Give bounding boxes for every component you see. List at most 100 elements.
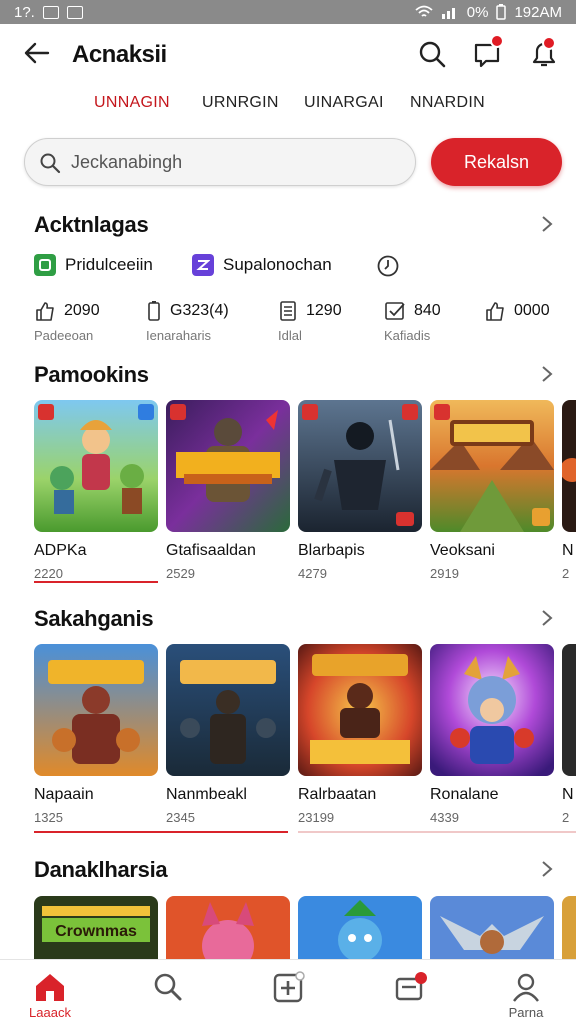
game-card[interactable]: Crownmas [34,896,158,959]
stat-item[interactable]: G323(4) Ienaraharis [146,300,229,343]
page-title: Acnaksii [72,41,167,68]
stat-value: 1290 [306,302,342,319]
game-title: Gtafisaaldan [166,542,256,559]
chip-pridulceeiin[interactable]: Pridulceeiin [34,254,153,276]
accessibility-notification-icon [66,5,83,19]
game-card[interactable]: Blarbapis 4279 [298,400,422,581]
green-game-icon [34,254,56,276]
battery-icon [148,301,160,321]
tab-urnrgin[interactable]: URNRGIN [202,94,279,112]
game-card[interactable]: Gtafisaaldan 2529 [166,400,290,581]
game-thumbnail [298,644,422,776]
chat-button[interactable] [472,34,504,70]
game-card[interactable]: Nanmbeakl 2345 [166,644,290,825]
notifications-button[interactable] [528,36,560,70]
nav-label: Laaack [29,1005,71,1020]
tab-nnardin[interactable]: NNARDIN [410,94,485,112]
section-title-acktnlagas: Acktnlagas [34,212,149,237]
game-thumbnail: Crownmas [34,896,158,959]
home-icon [36,974,64,1001]
back-arrow-icon[interactable] [22,38,52,68]
checkbox-icon [385,302,405,320]
nav-home[interactable]: Laaack [10,960,90,1024]
game-thumbnail [298,896,422,959]
game-title: ADPKa [34,542,87,559]
game-title: Blarbapis [298,542,365,559]
game-card[interactable] [562,896,576,959]
status-bar: 1?. 0% 192AM [0,0,576,24]
game-thumbnail [166,896,290,959]
game-thumbnail [166,400,290,532]
nav-search[interactable] [128,960,208,1024]
game-card[interactable]: Ronalane 4339 [430,644,554,825]
game-card[interactable]: Ralrbaatan 23199 [298,644,422,825]
stat-item[interactable]: 1290 Idlal [278,300,342,343]
chip-label: Pridulceeiin [65,255,153,274]
game-card[interactable]: ADPKa 2220 [34,400,158,581]
chip-supalonochan[interactable]: Supalonochan [192,254,332,276]
game-count: 1325 [34,810,63,825]
game-thumbnail [562,400,576,532]
game-card[interactable] [430,896,554,959]
game-title: N [562,542,574,559]
chat-badge [490,34,504,48]
tab-unnagin[interactable]: UNNAGIN [94,94,170,112]
game-thumbnail [430,644,554,776]
search-button[interactable]: Rekalsn [431,138,562,186]
nav-label: Parna [508,1005,544,1020]
section-title-pamookins: Pamookins [34,362,149,387]
thumb-up-icon [36,302,54,321]
nav-add[interactable] [249,960,329,1024]
battery-icon [496,4,507,20]
wifi-icon [415,5,433,17]
game-thumbnail [34,644,158,776]
document-icon [280,301,296,321]
stat-value: 840 [414,302,441,319]
external-thumb-icon [486,302,504,321]
tab-bar: UNNAGIN URNRGIN UINARGAI NNARDIN [0,88,576,126]
tab-uinargai[interactable]: UINARGAI [304,94,384,112]
game-card[interactable]: Veoksani 2919 [430,400,554,581]
game-card[interactable] [298,896,422,959]
game-count: 4339 [430,810,459,825]
game-count: 2 [562,810,570,825]
purple-chart-icon [192,254,214,276]
search-input[interactable] [71,149,401,175]
game-title: Nanmbeakl [166,786,247,803]
chevron-right-icon[interactable] [540,364,554,384]
game-card[interactable]: Napaain 1325 [34,644,158,825]
game-title: Ronalane [430,786,499,803]
game-thumbnail [298,400,422,532]
game-title: Veoksani [430,542,495,559]
game-title: Ralrbaatan [298,786,377,803]
app-bar: Acnaksii [0,24,576,88]
chevron-right-icon[interactable] [540,608,554,628]
search-icon[interactable] [416,38,448,70]
chip-clock[interactable] [376,254,400,278]
game-title: Napaain [34,786,94,803]
clock-icon [377,255,399,277]
battery-percent: 0% [466,3,489,21]
game-count: 4279 [298,566,327,581]
section-title-sakahganis: Sakahganis [34,606,154,631]
nav-profile[interactable]: Parna [486,960,566,1024]
game-card[interactable] [166,896,290,959]
chevron-right-icon[interactable] [540,859,554,879]
selected-underline [34,581,158,583]
image-notification-icon [42,5,59,19]
game-card[interactable]: N 2 [562,644,576,825]
stat-item[interactable]: 840 Kafiadis [384,300,441,343]
search-icon [154,973,182,1001]
profile-icon [513,973,539,1002]
stat-item[interactable]: 0000 [484,300,550,328]
chevron-right-icon[interactable] [540,214,554,234]
game-card[interactable]: N 2 [562,400,576,581]
nav-inbox[interactable] [372,960,452,1024]
section-divider [298,831,576,833]
crown-logo-text: Crownmas [55,923,137,940]
signal-icon [441,8,455,19]
game-count: 2345 [166,810,195,825]
notification-badge [542,36,556,50]
stat-item[interactable]: 2090 Padeeoan [34,300,100,343]
game-thumbnail [430,400,554,532]
